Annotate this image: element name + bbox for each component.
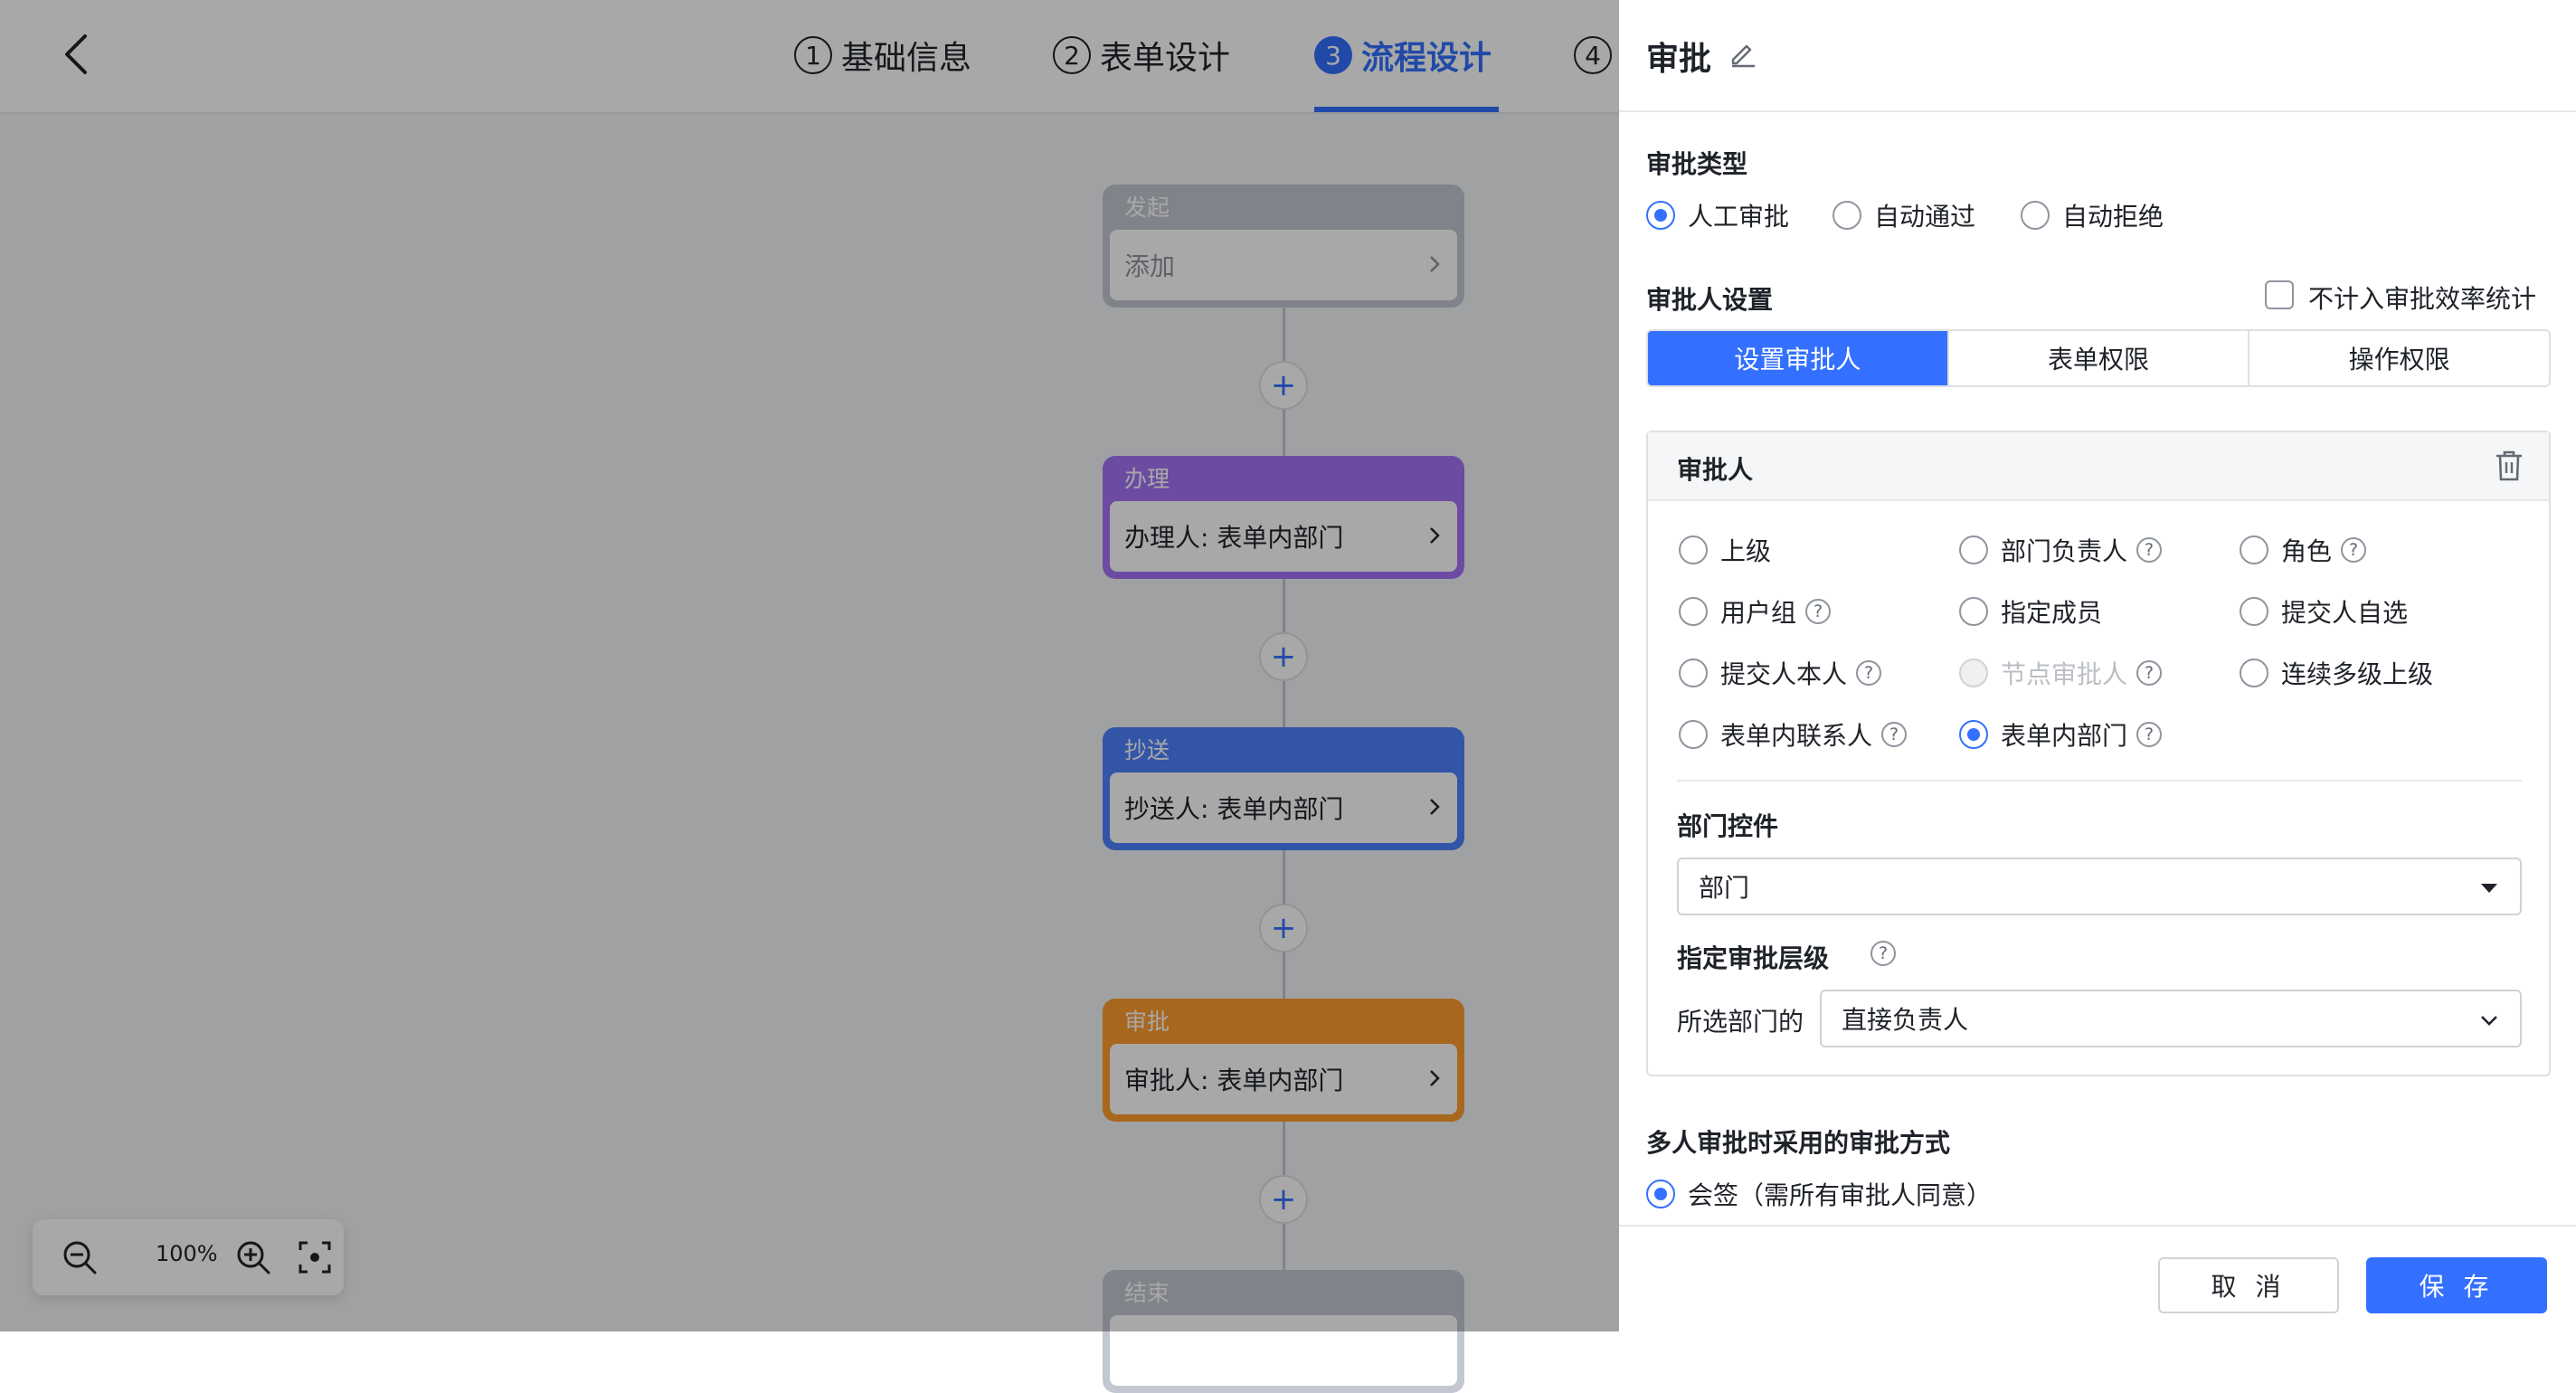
radio-label: 表单内联系人 [1720,721,1873,751]
radio-button [1679,535,1708,564]
tab-form-permission[interactable]: 表单权限 [1946,331,2249,385]
radio-manual-approval[interactable]: 人工审批 [1646,197,1789,233]
radio-label: 连续多级上级 [2281,659,2434,689]
radio-button [1679,659,1708,687]
radio-label: 自动拒绝 [2062,202,2164,232]
radio-label: 节点审批人 [2001,659,2128,689]
save-button[interactable]: 保 存 [2366,1257,2547,1313]
radio-label: 用户组 [1720,598,1797,628]
radio-button [2240,597,2268,626]
radio-submitter-self[interactable]: 提交人本人 ? [1679,655,1882,691]
chevron-down-icon [2481,1016,2497,1026]
approver-card: 审批人 上级 部门负责人 ? 角色 ? 用户组 ? 指定成员 提交人自选 提交人… [1646,431,2551,1076]
approver-settings-tabs: 设置审批人 表单权限 操作权限 [1646,329,2551,387]
radio-label: 上级 [1720,536,1772,566]
help-icon[interactable]: ? [2341,537,2367,563]
radio-button [2240,659,2268,687]
radio-role[interactable]: 角色 ? [2240,532,2367,568]
tab-set-approver[interactable]: 设置审批人 [1648,331,1947,385]
approval-level-select[interactable]: 直接负责人 [1820,990,2522,1047]
help-icon[interactable]: ? [1805,599,1832,624]
radio-label: 部门负责人 [2001,536,2128,566]
radio-button [1646,201,1675,230]
radio-button [1646,1180,1675,1208]
select-value: 直接负责人 [1842,1005,1969,1035]
radio-specified-member[interactable]: 指定成员 [1959,593,2102,630]
help-icon[interactable]: ? [1870,941,1896,966]
radio-label: 提交人自选 [2281,598,2409,628]
radio-user-group[interactable]: 用户组 ? [1679,593,1832,630]
dept-control-label: 部门控件 [1677,811,1779,841]
help-icon[interactable]: ? [2136,660,2163,686]
edit-pencil-icon[interactable] [1728,38,1758,69]
radio-label: 角色 [2281,536,2333,566]
radio-multi-level-superior[interactable]: 连续多级上级 [2240,655,2433,691]
no-stats-checkbox[interactable] [2265,280,2294,309]
radio-button [1959,659,1988,687]
radio-submitter-choose[interactable]: 提交人自选 [2240,593,2408,630]
dept-control-select[interactable]: 部门 [1677,858,2522,915]
radio-label: 指定成员 [2001,598,2103,628]
approver-settings-label: 审批人设置 [1646,285,1774,315]
radio-button [2021,201,2050,230]
approval-node-drawer: 审批 审批类型 人工审批 自动通过 自动拒绝 审批人设置 不计入审批效率统计 设… [1619,0,2576,1333]
select-value: 部门 [1699,873,1750,903]
help-icon[interactable]: ? [2136,722,2163,747]
radio-button [1679,597,1708,626]
flow-workspace: 1 基础信息 2 表单设计 3 流程设计 4 发起 添加 + 办理 办理人: 表… [0,0,1619,1393]
radio-auto-pass[interactable]: 自动通过 [1833,197,1975,233]
approval-type-label: 审批类型 [1646,149,1748,179]
radio-dept-head[interactable]: 部门负责人 ? [1959,532,2163,568]
drawer-title: 审批 [1646,41,1712,78]
radio-form-contact[interactable]: 表单内联系人 ? [1679,716,1908,753]
radio-form-dept[interactable]: 表单内部门 ? [1959,716,2163,753]
radio-button [1959,720,1988,749]
modal-overlay[interactable] [0,0,1619,1331]
multi-approve-label: 多人审批时采用的审批方式 [1646,1128,1951,1158]
tab-operation-permission[interactable]: 操作权限 [2248,331,2549,385]
radio-superior[interactable]: 上级 [1679,532,1771,568]
radio-label: 会签（需所有审批人同意） [1688,1180,1993,1210]
radio-button [2240,535,2268,564]
radio-button [1833,201,1861,230]
cancel-button[interactable]: 取 消 [2158,1257,2339,1313]
no-stats-label: 不计入审批效率统计 [2308,284,2537,314]
selected-dept-prefix: 所选部门的 [1677,1007,1804,1037]
help-icon[interactable]: ? [2136,537,2163,563]
approver-card-header: 审批人 [1648,432,2549,501]
help-icon[interactable]: ? [1856,660,1882,686]
approver-card-title: 审批人 [1677,455,1754,485]
trash-icon[interactable] [2493,449,2525,483]
radio-node-approver: 节点审批人 ? [1959,655,2163,691]
radio-auto-reject[interactable]: 自动拒绝 [2021,197,2164,233]
drawer-footer: 取 消 保 存 [1619,1225,2576,1333]
radio-label: 表单内部门 [2001,721,2128,751]
radio-label: 人工审批 [1688,202,1790,232]
help-icon[interactable]: ? [1881,722,1908,747]
radio-label: 提交人本人 [1720,659,1848,689]
radio-button [1959,535,1988,564]
radio-button [1679,720,1708,749]
divider [1677,780,2522,782]
drawer-header: 审批 [1619,0,2576,112]
radio-button [1959,597,1988,626]
radio-countersign[interactable]: 会签（需所有审批人同意） [1646,1176,1992,1212]
radio-label: 自动通过 [1874,202,1976,232]
caret-down-icon [2481,884,2497,893]
approval-level-label: 指定审批层级 [1677,943,1830,973]
